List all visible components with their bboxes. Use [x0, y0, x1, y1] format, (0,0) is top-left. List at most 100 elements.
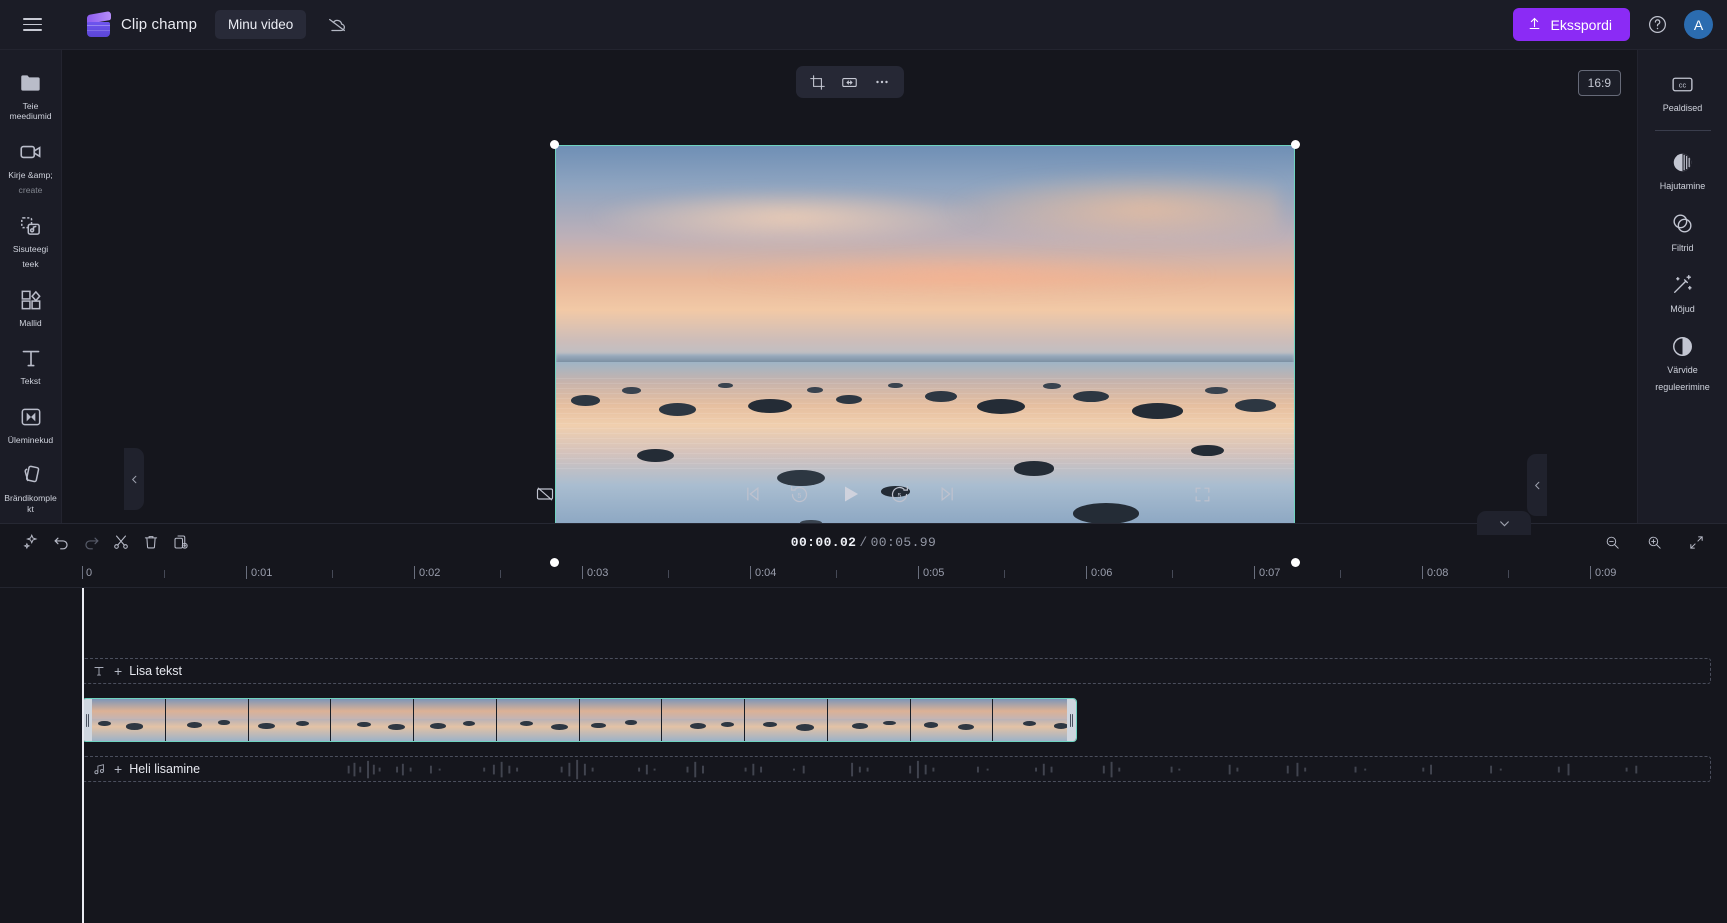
timeline-zoom-controls	[1597, 528, 1711, 556]
right-label-color-2: reguleerimine	[1655, 382, 1710, 393]
folder-icon	[18, 70, 44, 96]
timecode-display: 00:00.02/00:05.99	[791, 535, 936, 550]
sidebar-label-text: Tekst	[20, 376, 41, 387]
right-label-fade: Hajutamine	[1659, 181, 1706, 192]
fit-timeline-icon[interactable]	[1681, 528, 1711, 556]
collapse-timeline-button[interactable]	[1477, 511, 1531, 535]
video-clip[interactable]	[82, 698, 1077, 742]
add-text-track[interactable]: + Lisa tekst	[82, 658, 1711, 684]
upload-arrow-icon	[1527, 16, 1542, 34]
resize-handle-bottom-right[interactable]	[1291, 558, 1300, 567]
audio-waveform	[347, 759, 1638, 780]
hide-preview-icon[interactable]	[532, 481, 558, 507]
right-item-captions[interactable]: cc Pealdised	[1642, 62, 1724, 123]
filters-icon	[1670, 211, 1696, 237]
magic-tools-button[interactable]	[16, 528, 46, 556]
right-item-effects[interactable]: Mõjud	[1642, 263, 1724, 324]
delete-button[interactable]	[136, 528, 166, 556]
export-button-label: Eksspordi	[1550, 16, 1612, 33]
skip-next-icon[interactable]	[935, 481, 961, 507]
right-label-captions: Pealdised	[1662, 103, 1703, 113]
fullscreen-icon[interactable]	[1189, 481, 1215, 507]
brand-name: Clip champ	[121, 16, 198, 33]
timeline-toolbar: 00:00.02/00:05.99	[0, 524, 1727, 560]
clip-thumbnails	[83, 699, 1076, 741]
more-options-button[interactable]	[868, 69, 896, 95]
preview-stage: 16:9	[62, 50, 1637, 594]
body-row: Teie meediumid Kirje &amp; create Sisute…	[0, 50, 1727, 594]
brand: Clip champ	[86, 10, 198, 37]
effects-wand-icon	[1670, 272, 1696, 298]
ruler-label: 0:09	[1595, 567, 1617, 579]
preview-area: 16:9 5 5	[62, 50, 1637, 594]
crop-button[interactable]	[804, 69, 832, 95]
project-name-chip[interactable]: Minu video	[215, 10, 307, 39]
timeline-tracks: + Lisa tekst + Heli lisamine	[0, 588, 1727, 923]
playhead[interactable]	[82, 588, 84, 923]
question-circle-icon[interactable]	[1644, 12, 1670, 38]
sidebar-label-templates: Mallid	[19, 317, 42, 328]
sidebar-item-text[interactable]: Tekst	[2, 337, 60, 393]
transport-controls: 5 5	[739, 479, 961, 509]
right-item-filters[interactable]: Filtrid	[1642, 202, 1724, 263]
resize-handle-bottom-left[interactable]	[550, 558, 559, 567]
aspect-ratio-badge[interactable]: 16:9	[1577, 70, 1621, 96]
sidebar-item-brand-kit[interactable]: Brändikomplekt	[2, 454, 60, 521]
add-text-plus: +	[114, 663, 123, 679]
current-time: 00:00.02	[790, 534, 857, 550]
clip-trim-handle-left[interactable]	[83, 699, 92, 741]
collapse-left-panel-button[interactable]	[124, 448, 144, 510]
timeline-ruler[interactable]: 0 0:01 0:02 0:03 0:04 0:05 0:06 0:07 0:0	[0, 560, 1727, 588]
total-time: 00:05.99	[870, 534, 937, 550]
sidebar-label-create: create	[18, 185, 43, 196]
text-t-icon	[18, 345, 44, 371]
ruler-label: 0:01	[251, 567, 273, 579]
ruler-label: 0:02	[419, 567, 441, 579]
ruler-label: 0:03	[587, 567, 609, 579]
sidebar-item-content-library[interactable]: Sisuteegi teek	[2, 205, 60, 277]
sidebar-item-templates[interactable]: Mallid	[2, 279, 60, 335]
svg-text:5: 5	[798, 493, 802, 500]
sidebar-label-brand-kit: Brändikomplekt	[4, 493, 57, 514]
sidebar-label-record: Kirje &amp;	[8, 169, 53, 180]
video-camera-icon	[18, 139, 44, 165]
right-item-fade[interactable]: Hajutamine	[1642, 140, 1724, 201]
ruler-label: 0:08	[1427, 567, 1449, 579]
rewind-5s-icon[interactable]: 5	[787, 481, 813, 507]
top-bar-right: Eksspordi A	[1512, 8, 1713, 41]
sidebar-label-your-media: Teie meediumid	[9, 101, 52, 122]
skip-previous-icon[interactable]	[739, 481, 765, 507]
cloud-offline-icon[interactable]	[324, 12, 350, 38]
zoom-in-icon[interactable]	[1639, 528, 1669, 556]
resize-handle-top-right[interactable]	[1291, 140, 1300, 149]
redo-button[interactable]	[76, 528, 106, 556]
sidebar-item-your-media[interactable]: Teie meediumid	[2, 62, 60, 129]
forward-5s-icon[interactable]: 5	[887, 481, 913, 507]
zoom-out-icon[interactable]	[1597, 528, 1627, 556]
player-controls-bar: 5 5	[62, 465, 1637, 523]
clipchamp-editor: Clip champ Minu video Eksspordi A Teie m…	[0, 0, 1727, 923]
resize-handle-top-left[interactable]	[550, 140, 559, 149]
color-adjust-icon	[1670, 333, 1696, 359]
add-audio-track[interactable]: + Heli lisamine	[82, 756, 1711, 782]
avatar[interactable]: A	[1684, 10, 1713, 39]
split-button[interactable]	[106, 528, 136, 556]
text-t-icon	[91, 663, 107, 679]
duplicate-button[interactable]	[166, 528, 196, 556]
preview-float-toolbar	[795, 66, 904, 98]
sidebar-item-transitions[interactable]: Üleminekud	[2, 396, 60, 452]
right-item-color-adjust[interactable]: Värvide reguleerimine	[1642, 324, 1724, 403]
sidebar-label-library-2: teek	[22, 259, 39, 270]
fit-button[interactable]	[836, 69, 864, 95]
play-icon[interactable]	[835, 479, 865, 509]
clip-trim-handle-right[interactable]	[1067, 699, 1076, 741]
collapse-right-panel-button[interactable]	[1527, 454, 1547, 516]
sidebar-item-record-create[interactable]: Kirje &amp; create	[2, 131, 60, 203]
hamburger-menu-icon[interactable]	[14, 7, 50, 43]
export-button[interactable]: Eksspordi	[1512, 8, 1630, 41]
svg-text:cc: cc	[1679, 80, 1687, 89]
undo-button[interactable]	[46, 528, 76, 556]
add-audio-label: Heli lisamine	[129, 762, 201, 776]
right-label-color-1: Värvide	[1667, 365, 1698, 375]
sidebar-label-library-1: Sisuteegi	[12, 243, 49, 254]
